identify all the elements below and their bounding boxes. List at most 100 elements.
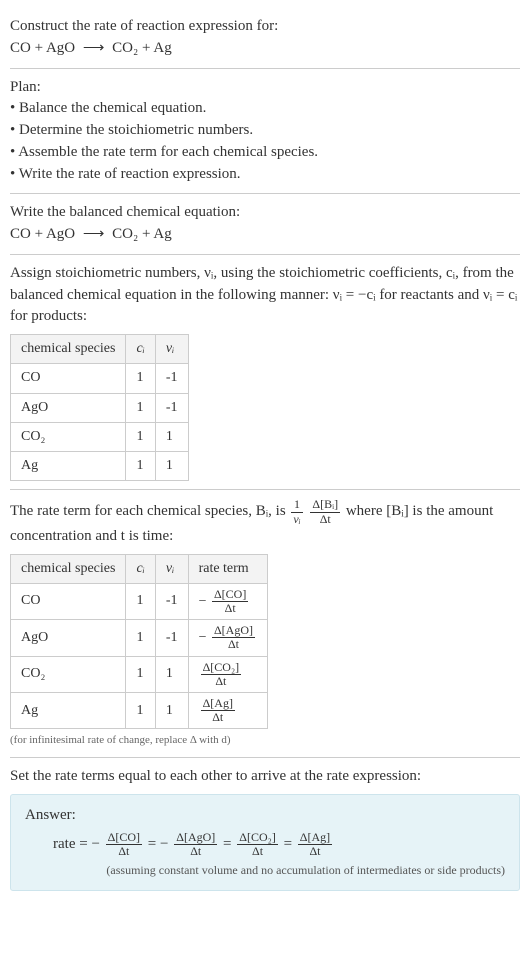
cell-species: AgO bbox=[11, 620, 126, 656]
table-row: Ag 1 1 bbox=[11, 452, 189, 481]
assumption-note: (assuming constant volume and no accumul… bbox=[25, 862, 505, 879]
cell-vi: 1 bbox=[155, 656, 188, 692]
plan-section: Plan: • Balance the chemical equation. •… bbox=[10, 69, 520, 195]
stoich-intro: Assign stoichiometric numbers, νᵢ, using… bbox=[10, 263, 520, 328]
col-rate: rate term bbox=[188, 554, 267, 583]
rate-frac: Δ[CO] Δt bbox=[212, 588, 248, 615]
cell-ci: 1 bbox=[126, 693, 155, 729]
rate-frac: Δ[CO₂] Δt bbox=[237, 831, 278, 858]
frac-den: Δt bbox=[201, 675, 242, 688]
rate-term: − Δ[CO] Δt bbox=[91, 836, 147, 852]
col-vi: νᵢ bbox=[155, 554, 188, 583]
col-species: chemical species bbox=[11, 335, 126, 364]
frac-den: Δt bbox=[212, 638, 255, 651]
final-section: Set the rate terms equal to each other t… bbox=[10, 758, 520, 898]
table-header-row: chemical species cᵢ νᵢ bbox=[11, 335, 189, 364]
cell-ci: 1 bbox=[126, 620, 155, 656]
answer-label: Answer: bbox=[25, 805, 505, 827]
cell-vi: -1 bbox=[155, 620, 188, 656]
cell-ci: 1 bbox=[126, 422, 155, 451]
table-row: AgO 1 -1 − Δ[AgO] Δt bbox=[11, 620, 268, 656]
table-row: CO₂ 1 1 bbox=[11, 422, 189, 451]
intro-eq-rhs: CO₂ + Ag bbox=[112, 40, 172, 56]
rate-frac: Δ[Ag] Δt bbox=[298, 831, 332, 858]
cell-rate: Δ[Ag] Δt bbox=[188, 693, 267, 729]
cell-vi: 1 bbox=[155, 422, 188, 451]
frac-num: Δ[AgO] bbox=[174, 831, 217, 845]
balanced-eq-lhs: CO + AgO bbox=[10, 226, 75, 242]
table-row: CO₂ 1 1 Δ[CO₂] Δt bbox=[11, 656, 268, 692]
stoich-section: Assign stoichiometric numbers, νᵢ, using… bbox=[10, 255, 520, 491]
frac-num: Δ[Ag] bbox=[201, 697, 235, 711]
final-heading: Set the rate terms equal to each other t… bbox=[10, 766, 520, 788]
rateterm-note: (for infinitesimal rate of change, repla… bbox=[10, 733, 520, 749]
col-vi: νᵢ bbox=[155, 335, 188, 364]
rate-sign: − bbox=[91, 836, 99, 852]
plan-heading: Plan: bbox=[10, 77, 520, 99]
eq-sep: = bbox=[148, 836, 160, 852]
frac-num: Δ[CO] bbox=[212, 588, 248, 602]
reaction-arrow-icon: ⟶ bbox=[79, 40, 109, 56]
cell-ci: 1 bbox=[126, 452, 155, 481]
cell-vi: 1 bbox=[155, 452, 188, 481]
cell-vi: -1 bbox=[155, 393, 188, 422]
cell-vi: 1 bbox=[155, 693, 188, 729]
rate-term: Δ[CO₂] Δt bbox=[235, 836, 283, 852]
balanced-equation: CO + AgO ⟶ CO₂ + Ag bbox=[10, 224, 520, 246]
cell-vi: -1 bbox=[155, 583, 188, 619]
intro-eq-lhs: CO + AgO bbox=[10, 40, 75, 56]
cell-ci: 1 bbox=[126, 393, 155, 422]
rate-sign: − bbox=[199, 594, 207, 609]
eq-sep: = bbox=[284, 836, 296, 852]
rate-sign: − bbox=[199, 630, 207, 645]
frac-den: Δt bbox=[212, 602, 248, 615]
cell-species: Ag bbox=[11, 452, 126, 481]
cell-species: CO₂ bbox=[11, 422, 126, 451]
frac-num: 1 bbox=[291, 498, 302, 512]
frac-den: Δt bbox=[201, 711, 235, 724]
plan-item: • Balance the chemical equation. bbox=[10, 98, 520, 120]
cell-vi: -1 bbox=[155, 364, 188, 393]
frac-num: Δ[CO] bbox=[106, 831, 142, 845]
stoich-table: chemical species cᵢ νᵢ CO 1 -1 AgO 1 -1 … bbox=[10, 334, 189, 481]
cell-species: Ag bbox=[11, 693, 126, 729]
frac-den: Δt bbox=[310, 513, 340, 526]
cell-ci: 1 bbox=[126, 364, 155, 393]
rate-term: − Δ[AgO] Δt bbox=[160, 836, 223, 852]
col-ci: cᵢ bbox=[126, 335, 155, 364]
rate-frac: Δ[AgO] Δt bbox=[174, 831, 217, 858]
cell-species: AgO bbox=[11, 393, 126, 422]
cell-ci: 1 bbox=[126, 583, 155, 619]
rate-frac: Δ[Ag] Δt bbox=[201, 697, 235, 724]
frac-den: Δt bbox=[174, 845, 217, 858]
plan-item-text: Assemble the rate term for each chemical… bbox=[18, 144, 318, 160]
frac-num: Δ[Bᵢ] bbox=[310, 498, 340, 512]
cell-species: CO bbox=[11, 583, 126, 619]
eq-sep: = bbox=[223, 836, 235, 852]
frac-den: Δt bbox=[237, 845, 278, 858]
frac-den: Δt bbox=[106, 845, 142, 858]
plan-item-text: Write the rate of reaction expression. bbox=[19, 166, 241, 182]
balanced-heading: Write the balanced chemical equation: bbox=[10, 202, 520, 224]
col-species: chemical species bbox=[11, 554, 126, 583]
rateterm-table: chemical species cᵢ νᵢ rate term CO 1 -1… bbox=[10, 554, 268, 730]
plan-item: • Determine the stoichiometric numbers. bbox=[10, 120, 520, 142]
frac-num: Δ[AgO] bbox=[212, 624, 255, 638]
intro-section: Construct the rate of reaction expressio… bbox=[10, 8, 520, 69]
table-row: CO 1 -1 bbox=[11, 364, 189, 393]
rate-expression: rate = − Δ[CO] Δt = − Δ[AgO] Δt = bbox=[25, 831, 505, 858]
rate-frac: Δ[CO₂] Δt bbox=[201, 661, 242, 688]
cell-rate: − Δ[AgO] Δt bbox=[188, 620, 267, 656]
cell-rate: Δ[CO₂] Δt bbox=[188, 656, 267, 692]
rate-frac: Δ[CO] Δt bbox=[106, 831, 142, 858]
plan-item: • Assemble the rate term for each chemic… bbox=[10, 142, 520, 164]
rateterm-intro: The rate term for each chemical species,… bbox=[10, 498, 520, 547]
plan-item-text: Determine the stoichiometric numbers. bbox=[19, 122, 253, 138]
rateterm-frac-dbdt: Δ[Bᵢ] Δt bbox=[310, 498, 340, 525]
rateterm-section: The rate term for each chemical species,… bbox=[10, 490, 520, 758]
plan-item-text: Balance the chemical equation. bbox=[19, 100, 206, 116]
rateterm-intro-pre: The rate term for each chemical species,… bbox=[10, 504, 289, 520]
intro-title: Construct the rate of reaction expressio… bbox=[10, 16, 520, 38]
table-row: AgO 1 -1 bbox=[11, 393, 189, 422]
col-ci: cᵢ bbox=[126, 554, 155, 583]
